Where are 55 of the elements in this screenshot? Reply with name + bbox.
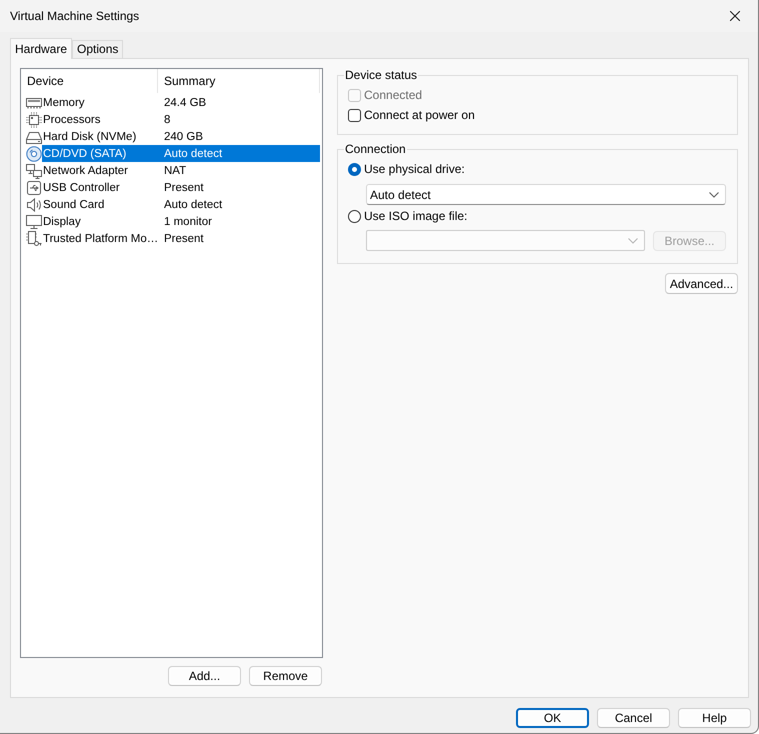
list-row[interactable]: USB Controller Present xyxy=(42,179,320,196)
disc-icon xyxy=(26,146,42,162)
tab[interactable]: Hardware xyxy=(10,38,72,59)
device-summary: Auto detect xyxy=(163,148,222,160)
checkbox-label[interactable]: Connect at power on xyxy=(364,108,475,122)
list-row[interactable]: Memory 24.4 GB xyxy=(42,94,320,111)
list-row[interactable]: Hard Disk (NVMe) 240 GB xyxy=(42,128,320,145)
chevron-down-icon xyxy=(628,238,638,244)
device-name: Display xyxy=(42,216,82,228)
device-summary: Auto detect xyxy=(163,198,222,210)
list-action-button[interactable]: Add... xyxy=(168,666,241,686)
list-row[interactable]: Network Adapter NAT xyxy=(42,162,320,179)
dropdown[interactable]: Auto detect xyxy=(366,184,726,205)
device-name: Trusted Platform Mo… xyxy=(42,232,158,244)
dialog-button[interactable]: Cancel xyxy=(597,708,670,728)
column-header[interactable]: Device xyxy=(21,69,158,93)
monitor-icon xyxy=(26,214,42,230)
tab[interactable]: Options xyxy=(72,40,124,58)
checkbox[interactable] xyxy=(348,108,361,122)
chip-icon xyxy=(26,112,42,128)
list-row[interactable]: Processors 8 xyxy=(42,111,320,128)
window-title: Virtual Machine Settings xyxy=(9,9,140,23)
device-name: Sound Card xyxy=(42,198,106,210)
device-name: Processors xyxy=(42,114,102,126)
device-summary: 24.4 GB xyxy=(163,96,206,108)
connected-monitors-icon xyxy=(26,162,42,178)
advanced-button[interactable]: Advanced... xyxy=(665,273,738,294)
list-row[interactable]: Trusted Platform Mo… Present xyxy=(42,230,320,247)
device-summary: Present xyxy=(163,232,204,244)
device-name: Network Adapter xyxy=(42,164,130,176)
list-row[interactable]: CD/DVD (SATA) Auto detect xyxy=(42,145,320,162)
device-summary: 1 monitor xyxy=(163,216,212,228)
device-name: CD/DVD (SATA) xyxy=(42,148,128,160)
list-row[interactable]: Sound Card Auto detect xyxy=(42,196,320,213)
radio-button[interactable] xyxy=(348,162,361,176)
column-header[interactable]: Summary xyxy=(158,69,320,93)
device-name: USB Controller xyxy=(42,182,121,194)
chip-key-icon xyxy=(26,230,42,246)
group-label: Connection xyxy=(344,142,407,156)
list-row[interactable]: Display 1 monitor xyxy=(42,213,320,230)
device-summary: 240 GB xyxy=(163,130,203,142)
close-icon xyxy=(730,11,740,21)
group-label: Device status xyxy=(344,68,418,82)
dialog-button[interactable]: OK xyxy=(516,708,589,728)
device-name: Memory xyxy=(42,96,86,108)
device-summary: 8 xyxy=(163,114,170,126)
device-name: Hard Disk (NVMe) xyxy=(42,130,138,142)
chevron-down-icon xyxy=(709,192,719,198)
list-action-button[interactable]: Remove xyxy=(249,666,322,686)
usb-icon xyxy=(26,180,42,196)
device-summary: Present xyxy=(163,182,204,194)
speaker-icon xyxy=(26,196,42,212)
radio-label[interactable]: Use physical drive: xyxy=(364,162,465,176)
device-summary: NAT xyxy=(163,164,186,176)
dialog-button[interactable]: Help xyxy=(678,708,751,728)
